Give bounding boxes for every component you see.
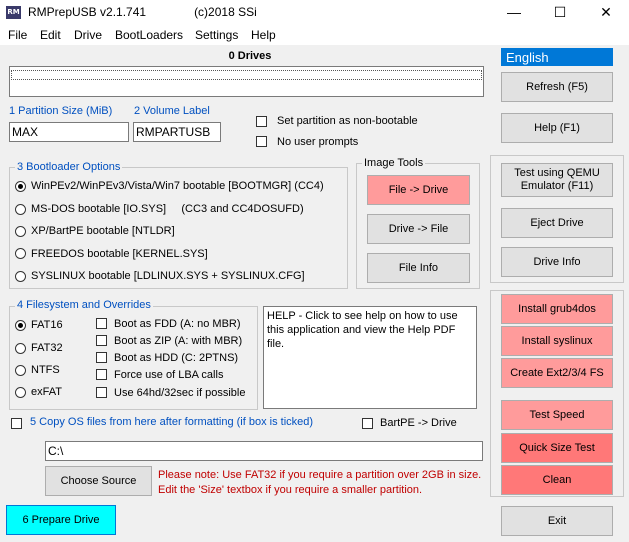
image-tools-title: Image Tools [362, 157, 426, 169]
no-prompts-checkbox[interactable] [256, 136, 267, 147]
language-selected-value: English [506, 50, 549, 65]
close-icon[interactable]: ✕ [583, 0, 629, 25]
bootloader-radio-winpe[interactable] [15, 181, 26, 192]
filesystem-radio-exfat[interactable] [15, 387, 26, 398]
filesystem-option-label: exFAT [31, 386, 62, 398]
drive-info-button[interactable]: Drive Info [501, 247, 613, 277]
drive-list-focus [11, 70, 482, 80]
menu-bootloaders[interactable]: BootLoaders [115, 28, 183, 42]
non-bootable-label: Set partition as non-bootable [277, 115, 418, 127]
override-label: Boot as HDD (C: 2PTNS) [114, 352, 239, 364]
menu-help[interactable]: Help [251, 28, 276, 42]
source-path-input[interactable]: C:\ [45, 441, 483, 461]
help-button[interactable]: Help (F1) [501, 113, 613, 143]
volume-label-label: 2 Volume Label [134, 105, 210, 117]
bootloader-option-label: FREEDOS bootable [KERNEL.SYS] [31, 248, 208, 260]
filesystem-option-label: FAT32 [31, 342, 63, 354]
use-64hd-checkbox[interactable] [96, 387, 107, 398]
eject-drive-button[interactable]: Eject Drive [501, 208, 613, 238]
refresh-button[interactable]: Refresh (F5) [501, 72, 613, 102]
prepare-drive-button[interactable]: 6 Prepare Drive [6, 505, 116, 535]
test-speed-button[interactable]: Test Speed [501, 400, 613, 430]
window-title: RMPrepUSB v2.1.741 (c)2018 SSi [28, 5, 257, 19]
drive-list[interactable] [9, 66, 484, 97]
drives-count-label: 0 Drives [228, 50, 272, 62]
maximize-icon[interactable]: ☐ [537, 0, 583, 25]
bartpe-checkbox[interactable] [362, 418, 373, 429]
filesystem-radio-fat32[interactable] [15, 343, 26, 354]
bootloader-radio-xp[interactable] [15, 226, 26, 237]
fat32-note: Please note: Use FAT32 if you require a … [158, 469, 482, 496]
filesystem-option-label: FAT16 [31, 319, 63, 331]
clean-button[interactable]: Clean [501, 465, 613, 495]
copy-os-label: 5 Copy OS files from here after formatti… [30, 416, 314, 428]
bootloader-radio-freedos[interactable] [15, 248, 26, 259]
bootloader-radio-syslinux[interactable] [15, 271, 26, 282]
menu-settings[interactable]: Settings [195, 28, 238, 42]
menu-bar: File Edit Drive BootLoaders Settings Hel… [0, 25, 629, 45]
filesystem-radio-ntfs[interactable] [15, 365, 26, 376]
override-label: Force use of LBA calls [114, 369, 224, 381]
quick-size-test-button[interactable]: Quick Size Test [501, 433, 613, 463]
file-info-button[interactable]: File Info [367, 253, 470, 283]
filesystem-group-title: 4 Filesystem and Overrides [15, 299, 153, 311]
copyright-text: (c)2018 SSi [194, 5, 257, 19]
filesystem-radio-fat16[interactable] [15, 320, 26, 331]
menu-file[interactable]: File [8, 28, 27, 42]
boot-as-fdd-checkbox[interactable] [96, 318, 107, 329]
language-select[interactable]: English [501, 48, 613, 66]
copy-os-checkbox[interactable] [11, 418, 22, 429]
file-to-drive-button[interactable]: File -> Drive [367, 175, 470, 205]
boot-as-zip-checkbox[interactable] [96, 335, 107, 346]
boot-as-hdd-checkbox[interactable] [96, 352, 107, 363]
override-label: Boot as ZIP (A: with MBR) [114, 335, 243, 347]
bootloader-option-label: SYSLINUX bootable [LDLINUX.SYS + SYSLINU… [31, 270, 305, 282]
choose-source-button[interactable]: Choose Source [45, 466, 152, 496]
exit-button[interactable]: Exit [501, 506, 613, 536]
bootloader-radio-msdos[interactable] [15, 204, 26, 215]
no-prompts-label: No user prompts [277, 136, 359, 148]
create-ext-fs-button[interactable]: Create Ext2/3/4 FS [501, 358, 613, 388]
bootloader-option-label: WinPEv2/WinPEv3/Vista/Win7 bootable [BOO… [31, 180, 324, 192]
filesystem-option-label: NTFS [31, 364, 60, 376]
partition-size-label: 1 Partition Size (MiB) [9, 105, 113, 117]
test-qemu-button[interactable]: Test using QEMU Emulator (F11) [501, 163, 613, 197]
non-bootable-checkbox[interactable] [256, 116, 267, 127]
override-label: Use 64hd/32sec if possible [114, 387, 246, 399]
drive-to-file-button[interactable]: Drive -> File [367, 214, 470, 244]
bootloader-option-label: XP/BartPE bootable [NTLDR] [31, 225, 175, 237]
app-title: RMPrepUSB v2.1.741 [28, 5, 147, 19]
force-lba-checkbox[interactable] [96, 369, 107, 380]
help-text-box[interactable]: HELP - Click to see help on how to use t… [263, 306, 477, 409]
override-label: Boot as FDD (A: no MBR) [114, 318, 241, 330]
menu-edit[interactable]: Edit [40, 28, 61, 42]
minimize-icon[interactable]: — [491, 0, 537, 25]
install-syslinux-button[interactable]: Install syslinux [501, 326, 613, 356]
volume-label-input[interactable]: RMPARTUSB [133, 122, 221, 142]
bartpe-label: BartPE -> Drive [380, 417, 457, 429]
app-logo-icon: RM [6, 6, 21, 19]
install-grub4dos-button[interactable]: Install grub4dos [501, 294, 613, 324]
menu-drive[interactable]: Drive [74, 28, 102, 42]
partition-size-input[interactable]: MAX [9, 122, 129, 142]
bootloader-group-title: 3 Bootloader Options [15, 161, 123, 173]
bootloader-option-label: MS-DOS bootable [IO.SYS] (CC3 and CC4DOS… [31, 203, 304, 215]
